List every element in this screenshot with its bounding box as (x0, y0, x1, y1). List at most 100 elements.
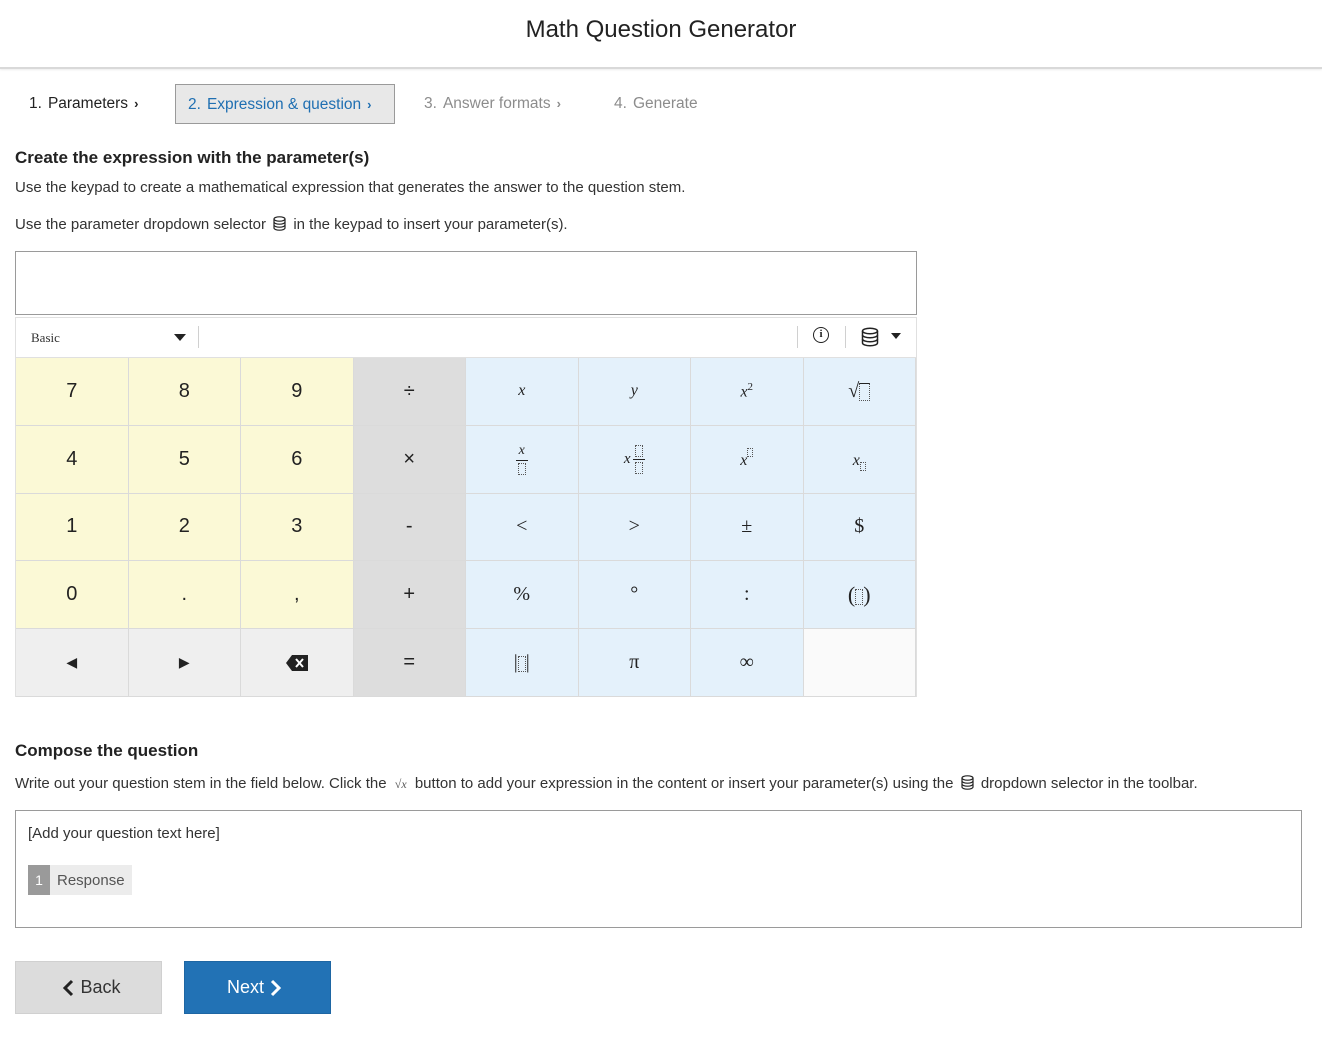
key-greater-than[interactable]: > (578, 493, 691, 562)
key-2[interactable]: 2 (128, 493, 241, 562)
key-backspace[interactable] (241, 629, 354, 697)
key-divide[interactable]: ÷ (353, 358, 466, 426)
key-multiply[interactable]: × (353, 425, 466, 494)
chevron-left-icon (63, 979, 74, 996)
key-degree[interactable]: ° (578, 561, 691, 630)
step-label: Answer formats (442, 95, 551, 112)
key-y-label: y (630, 382, 638, 400)
step-generate[interactable]: 4. Generate (614, 84, 698, 124)
step-expression-question[interactable]: 2. Expression & question › (175, 84, 395, 124)
key-3[interactable]: 3 (241, 493, 354, 562)
square-root-icon: √ (848, 380, 871, 403)
key-plus[interactable]: + (353, 561, 466, 630)
compose-heading: Compose the question (15, 741, 199, 760)
response-chip[interactable]: 1 Response (28, 865, 132, 895)
parameter-instructions: Use the parameter dropdown selector in t… (15, 216, 568, 233)
key-percent[interactable]: % (466, 561, 579, 630)
response-label: Response (57, 871, 125, 889)
caret-down-icon[interactable] (174, 334, 186, 341)
next-button[interactable]: Next (184, 961, 331, 1014)
key-less-than[interactable]: < (466, 493, 579, 562)
instruction-text: dropdown selector in the toolbar. (980, 775, 1198, 792)
step-number: 1. (29, 95, 42, 112)
absolute-value-icon: | | (513, 651, 530, 674)
key-plus-minus[interactable]: ± (691, 493, 804, 562)
expression-heading: Create the expression with the parameter… (15, 148, 370, 167)
key-subscript[interactable]: x (803, 425, 916, 494)
instruction-text: Write out your question stem in the fiel… (15, 775, 387, 792)
question-editor[interactable]: [Add your question text here] 1 Response (15, 810, 1302, 928)
step-number: 4. (614, 95, 627, 112)
sqrt-icon: √x (394, 777, 407, 791)
key-square-root[interactable]: √ (803, 358, 916, 426)
key-minus[interactable]: - (353, 493, 466, 562)
key-parentheses[interactable]: () (803, 561, 916, 630)
keypad-mode-select[interactable]: Basic (31, 330, 60, 346)
key-8[interactable]: 8 (128, 358, 241, 426)
key-7[interactable]: 7 (16, 358, 129, 426)
chevron-right-icon: › (367, 97, 372, 112)
step-answer-formats[interactable]: 3. Answer formats › (424, 84, 561, 124)
key-decimal[interactable]: . (128, 561, 241, 630)
key-cursor-right[interactable]: ▶ (128, 629, 241, 697)
chevron-right-icon (270, 979, 282, 996)
key-pi[interactable]: π (578, 629, 691, 697)
math-keypad: Basic i 7 8 9 ÷ x y x2 √ 4 5 6 × x x x x… (15, 317, 917, 697)
question-placeholder[interactable]: [Add your question text here] (28, 825, 220, 842)
expression-instructions: Use the keypad to create a mathematical … (15, 179, 686, 196)
instruction-text: Use the parameter dropdown selector (15, 216, 266, 233)
step-parameters[interactable]: 1. Parameters › (29, 84, 138, 124)
divider (845, 326, 846, 348)
subscript-icon: x (853, 448, 866, 471)
step-label: Generate (632, 95, 698, 112)
x-squared-icon: x2 (740, 381, 754, 401)
instruction-text: button to add your expression in the con… (414, 775, 954, 792)
step-label: Expression & question (206, 96, 362, 113)
expression-input[interactable] (15, 251, 917, 315)
key-power[interactable]: x (691, 425, 804, 494)
keypad-toolbar: Basic i (16, 318, 916, 358)
key-y[interactable]: y (578, 358, 691, 426)
fraction-icon: x (515, 443, 528, 475)
key-0[interactable]: 0 (16, 561, 129, 630)
parentheses-icon: () (847, 581, 871, 607)
key-fraction[interactable]: x (466, 425, 579, 494)
app-title: Math Question Generator (525, 16, 797, 43)
key-equals[interactable]: = (353, 629, 466, 697)
back-label: Back (80, 977, 121, 997)
key-cursor-left[interactable]: ◀ (16, 629, 129, 697)
app-header: Math Question Generator (0, 0, 1322, 69)
key-4[interactable]: 4 (16, 425, 129, 494)
key-absolute-value[interactable]: | | (466, 629, 579, 697)
power-icon: x (740, 447, 754, 471)
key-infinity[interactable]: ∞ (691, 629, 804, 697)
divider (797, 326, 798, 348)
key-1[interactable]: 1 (16, 493, 129, 562)
caret-down-icon[interactable] (891, 333, 901, 339)
key-empty (803, 629, 916, 697)
key-comma[interactable]: , (241, 561, 354, 630)
backspace-icon (285, 654, 308, 671)
key-6[interactable]: 6 (241, 425, 354, 494)
info-icon[interactable]: i (813, 327, 829, 343)
instruction-text: in the keypad to insert your parameter(s… (293, 216, 568, 233)
key-mixed-fraction[interactable]: x (578, 425, 691, 494)
database-icon[interactable] (861, 327, 879, 347)
key-5[interactable]: 5 (128, 425, 241, 494)
key-dollar[interactable]: $ (803, 493, 916, 562)
database-icon (961, 775, 974, 790)
divider (198, 326, 199, 348)
mixed-fraction-icon: x (624, 444, 645, 474)
chevron-right-icon: › (134, 96, 139, 111)
step-number: 3. (424, 95, 437, 112)
step-number: 2. (188, 96, 201, 113)
key-9[interactable]: 9 (241, 358, 354, 426)
arrow-right-icon: ▶ (178, 654, 190, 671)
key-colon[interactable]: : (691, 561, 804, 630)
step-label: Parameters (47, 95, 129, 112)
key-x-squared[interactable]: x2 (691, 358, 804, 426)
back-button[interactable]: Back (15, 961, 162, 1014)
key-x[interactable]: x (466, 358, 579, 426)
key-x-label: x (518, 382, 526, 400)
compose-instructions: Write out your question stem in the fiel… (15, 775, 1198, 792)
